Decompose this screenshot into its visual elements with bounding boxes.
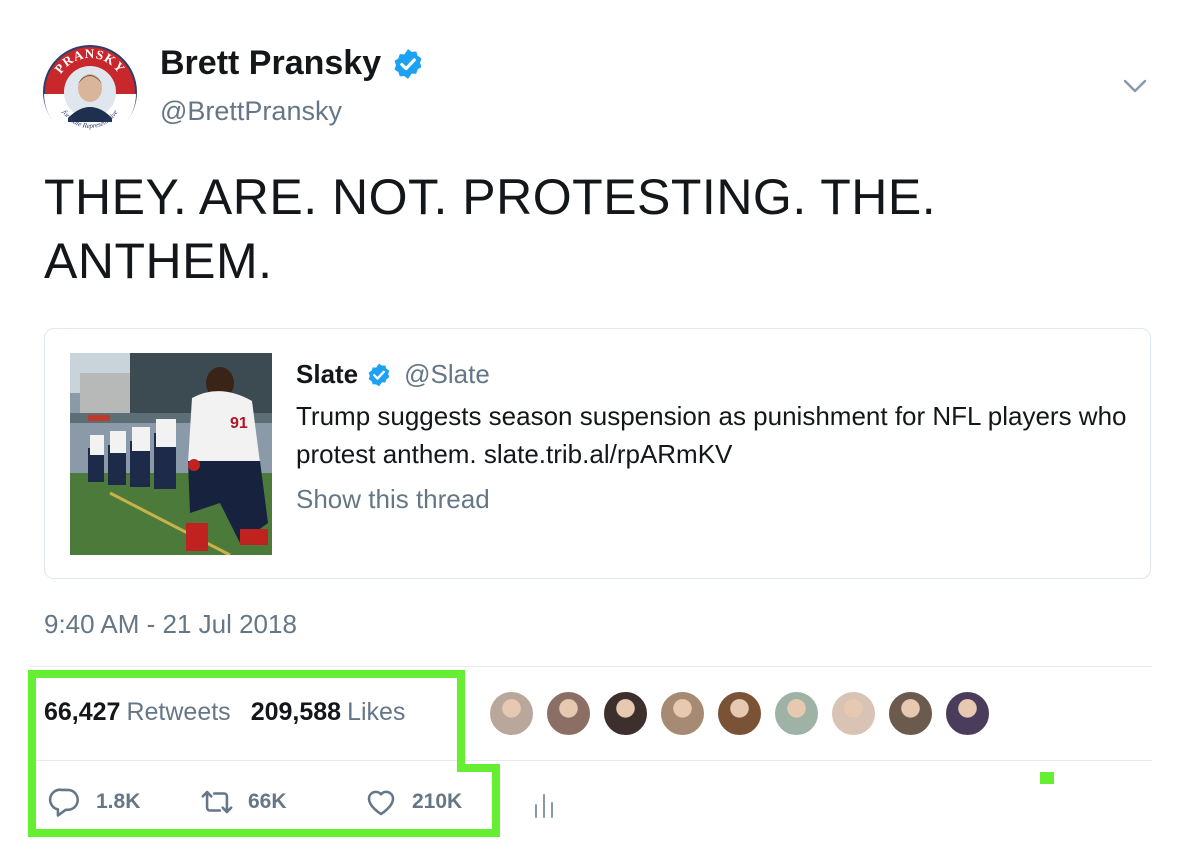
retweets-stat[interactable]: 66,427 Retweets [44, 698, 231, 727]
verified-badge-icon [368, 363, 390, 386]
heart-icon [367, 790, 395, 816]
tweet-timestamp[interactable]: 9:40 AM - 21 Jul 2018 [44, 609, 297, 640]
likes-count: 209,588 [250, 698, 342, 726]
reply-icon [48, 788, 80, 817]
author-handle[interactable]: @BrettPransky [160, 96, 342, 127]
tweet-text: THEY. ARE. NOT. PROTESTING. THE. ANTHEM. [44, 169, 937, 289]
author-name[interactable]: Brett Pransky [160, 44, 381, 83]
liker-avatar[interactable] [488, 690, 535, 737]
nfl-players-kneeling-photo: 91 [70, 353, 272, 555]
author-avatar[interactable]: PRANSKY for State Representative [42, 44, 138, 140]
quoted-tweet-header[interactable]: Slate @Slate [296, 359, 490, 390]
retweet-count: 66K [248, 790, 287, 813]
pransky-logo: PRANSKY for State Representative [43, 45, 137, 140]
like-count: 210K [412, 790, 463, 813]
liker-avatar[interactable] [944, 690, 991, 737]
liker-avatar[interactable] [545, 690, 592, 737]
reply-count: 1.8K [96, 790, 141, 813]
liker-avatar[interactable] [887, 690, 934, 737]
quoted-author-name[interactable]: Slate [296, 359, 358, 390]
likes-label: Likes [347, 698, 406, 726]
retweet-button[interactable]: 66K [200, 785, 287, 819]
like-button[interactable]: 210K [364, 785, 462, 819]
quoted-tweet-card[interactable]: 91 Slate @Slate Trump suggests season su… [44, 328, 1151, 579]
quoted-tweet-text: Trump suggests season suspension as puni… [296, 401, 1127, 469]
liker-avatar[interactable] [659, 690, 706, 737]
chevron-down-icon[interactable] [1122, 76, 1148, 96]
reply-button[interactable]: 1.8K [48, 785, 140, 819]
retweets-label: Retweets [126, 698, 231, 726]
liker-avatar[interactable] [773, 690, 820, 737]
divider [30, 760, 1152, 761]
likes-stat[interactable]: 209,588 Likes [251, 698, 406, 727]
divider [30, 666, 1152, 667]
analytics-icon[interactable] [530, 791, 560, 821]
author-name-row[interactable]: Brett Pransky [160, 44, 425, 83]
liker-avatar[interactable] [602, 690, 649, 737]
liker-avatar[interactable] [716, 690, 763, 737]
show-thread-link[interactable]: Show this thread [296, 484, 490, 515]
likers-avatar-list [488, 690, 991, 737]
verified-badge-icon [394, 48, 422, 79]
liker-avatar[interactable] [830, 690, 877, 737]
quoted-tweet-image[interactable]: 91 [70, 353, 272, 555]
retweets-count: 66,427 [44, 698, 121, 726]
retweet-icon [201, 790, 233, 814]
engagement-stats: 66,427 Retweets 209,588 Likes [44, 698, 405, 727]
quoted-author-handle[interactable]: @Slate [404, 359, 490, 390]
svg-text:91: 91 [230, 415, 248, 432]
